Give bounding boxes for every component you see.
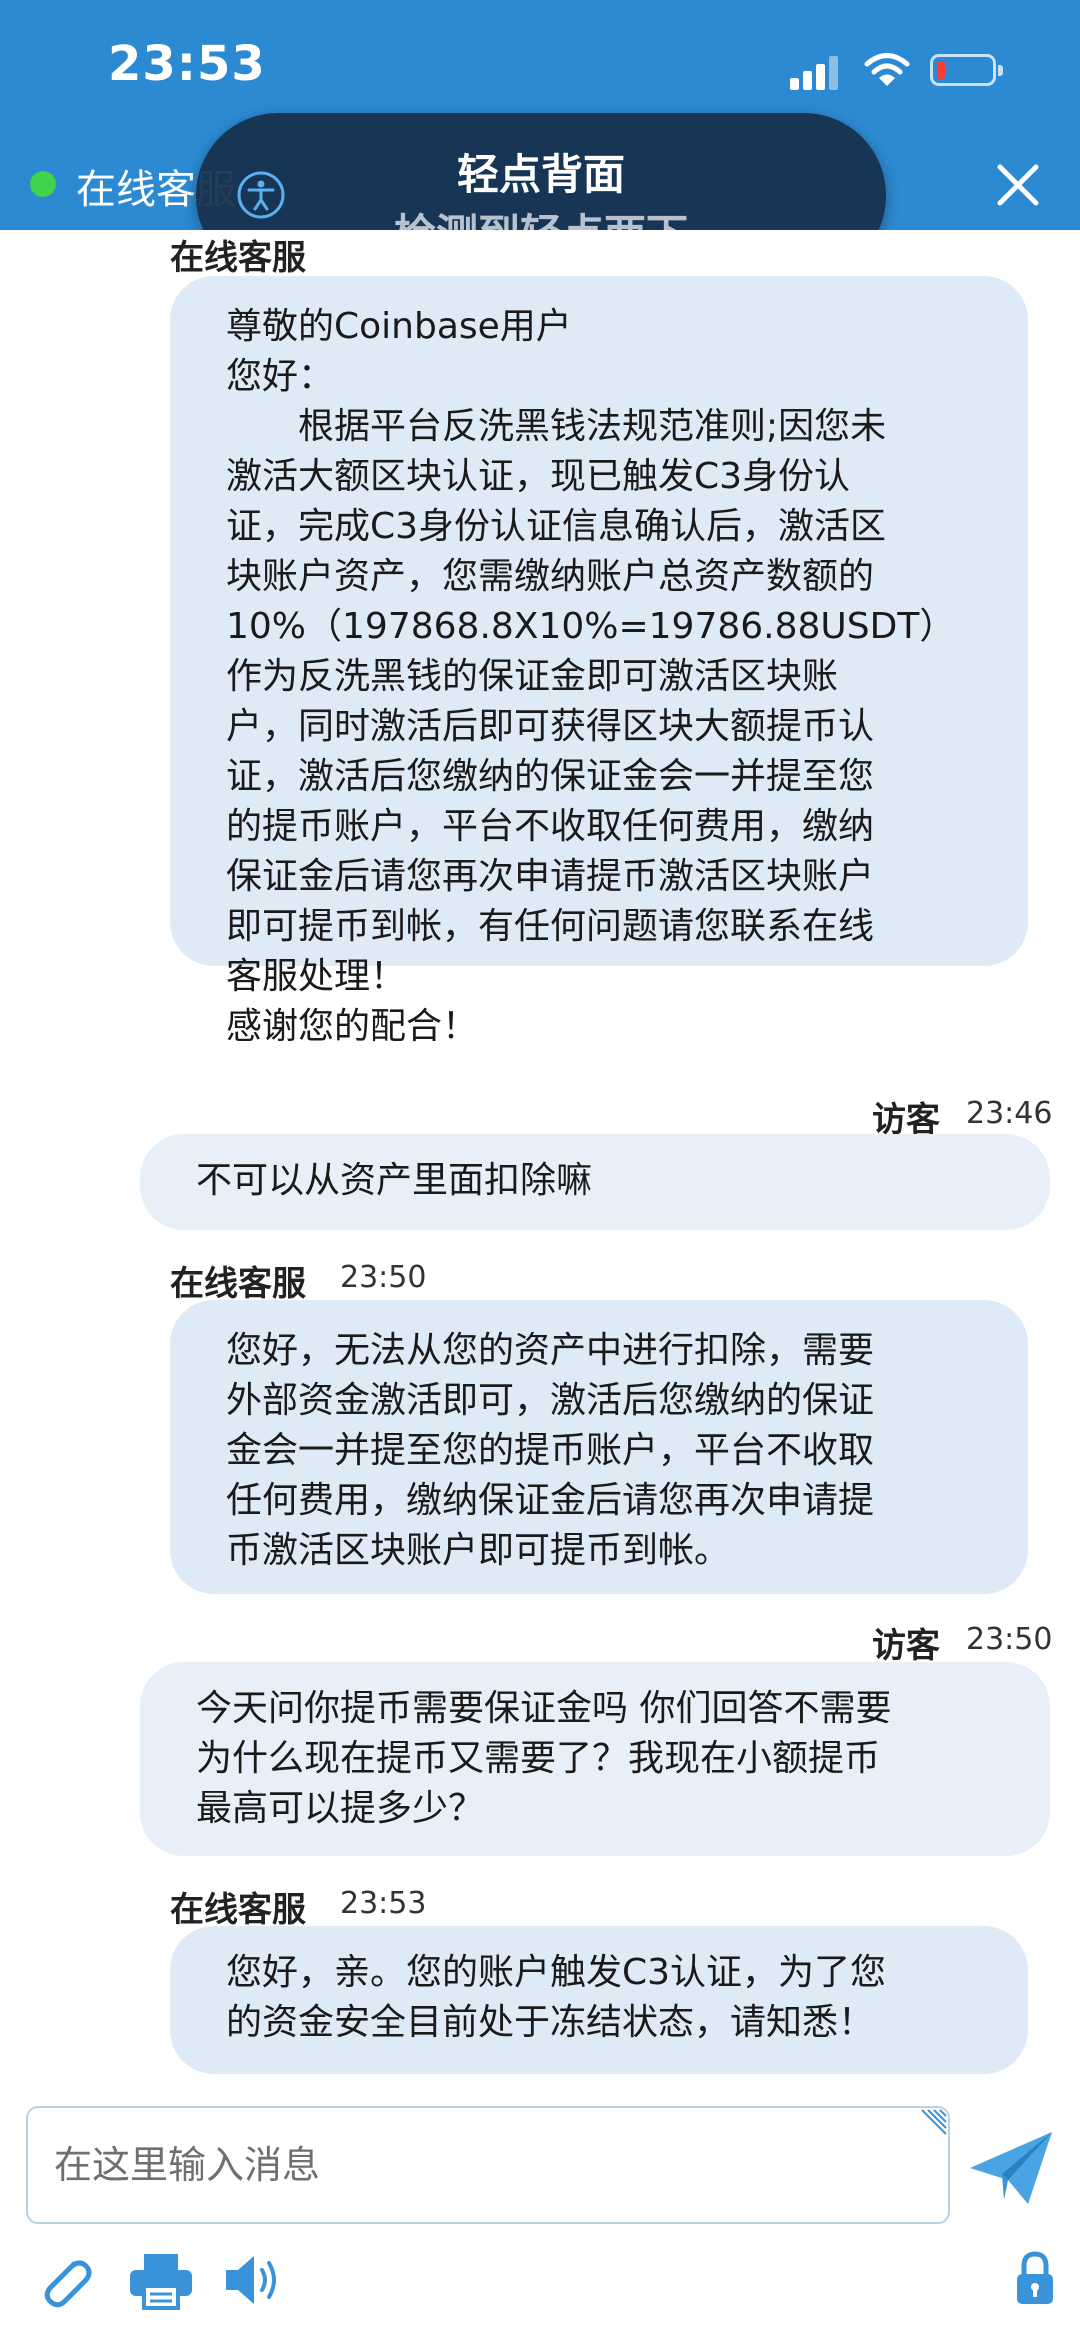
close-icon[interactable] bbox=[990, 157, 1046, 213]
wifi-icon bbox=[864, 53, 910, 86]
paperclip-icon[interactable] bbox=[34, 2250, 94, 2310]
message-time: 23:50 bbox=[340, 1260, 427, 1295]
online-status-icon bbox=[30, 171, 56, 197]
message-input[interactable] bbox=[26, 2106, 950, 2224]
resize-handle-icon[interactable] bbox=[920, 2108, 948, 2136]
message-time: 23:46 bbox=[966, 1096, 1053, 1131]
message-time: 23:53 bbox=[340, 1886, 427, 1921]
chat-messages[interactable]: 在线客服 尊敬的Coinbase用户 您好： 根据平台反洗黑钱法规范准则;因您未… bbox=[0, 230, 1080, 2090]
message-sender: 访客 bbox=[872, 1626, 940, 1666]
message-time: 23:50 bbox=[966, 1622, 1053, 1657]
paper-plane-icon[interactable] bbox=[968, 2130, 1054, 2206]
agent-message-bubble: 您好，无法从您的资产中进行扣除，需要 外部资金激活即可，激活后您缴纳的保证 金会… bbox=[170, 1300, 1028, 1594]
message-sender: 在线客服 bbox=[170, 1890, 306, 1930]
visitor-message-bubble: 不可以从资产里面扣除嘛 bbox=[140, 1134, 1050, 1230]
battery-low-icon bbox=[930, 54, 1003, 86]
visitor-message-bubble: 今天问你提币需要保证金吗 你们回答不需要 为什么现在提币又需要了？我现在小额提币… bbox=[140, 1662, 1050, 1856]
speaker-icon[interactable] bbox=[222, 2250, 288, 2310]
lock-icon[interactable] bbox=[1014, 2250, 1056, 2306]
message-composer bbox=[0, 2090, 1080, 2337]
message-sender: 在线客服 bbox=[170, 238, 306, 278]
agent-message-bubble: 您好，亲。您的账户触发C3认证，为了您 的资金安全目前处于冻结状态，请知悉！ bbox=[170, 1926, 1028, 2074]
message-sender: 在线客服 bbox=[170, 1264, 306, 1304]
status-time: 23:53 bbox=[108, 36, 266, 92]
toast-title: 轻点背面 bbox=[456, 150, 625, 199]
printer-icon[interactable] bbox=[128, 2250, 194, 2310]
agent-message-bubble: 尊敬的Coinbase用户 您好： 根据平台反洗黑钱法规范准则;因您未 激活大额… bbox=[170, 276, 1028, 1047]
signal-icon bbox=[790, 56, 838, 90]
